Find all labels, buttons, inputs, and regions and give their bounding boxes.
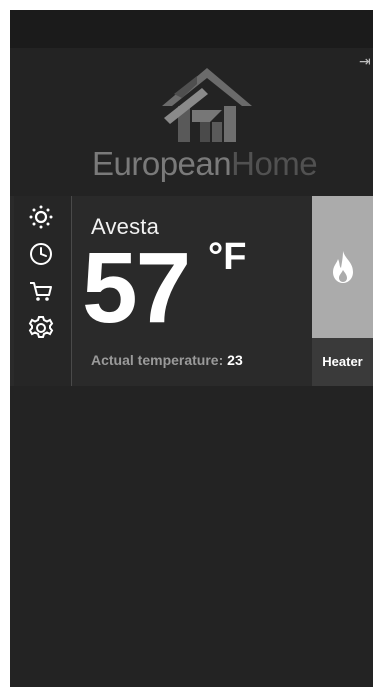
flame-icon bbox=[333, 251, 353, 283]
actual-temperature: Actual temperature: 23 bbox=[91, 352, 243, 368]
heater-label: Heater bbox=[312, 338, 373, 386]
thermostat-card: Avesta 57 °F Actual temperature: 23 Heat… bbox=[10, 196, 373, 386]
cart-icon[interactable] bbox=[28, 278, 54, 304]
pin-icon[interactable]: ⇥ bbox=[359, 54, 373, 68]
actual-temperature-value: 23 bbox=[227, 352, 243, 368]
side-menu bbox=[14, 196, 72, 386]
gear-icon[interactable] bbox=[28, 315, 54, 341]
app-screen: ⇥ EuropeanHome Avesta 57 °F Actual tempe… bbox=[10, 10, 373, 687]
brand-name: EuropeanHome bbox=[92, 145, 318, 182]
heater-button[interactable]: Heater bbox=[312, 196, 373, 386]
clock-icon[interactable] bbox=[28, 241, 54, 267]
actual-temperature-label: Actual temperature: bbox=[91, 352, 224, 368]
house-logo-icon bbox=[162, 68, 252, 142]
status-bar bbox=[10, 10, 373, 48]
temperature-unit: °F bbox=[208, 236, 247, 278]
sun-icon[interactable] bbox=[28, 204, 54, 230]
brand-logo: EuropeanHome bbox=[92, 66, 328, 186]
set-temperature[interactable]: 57 bbox=[82, 233, 191, 343]
